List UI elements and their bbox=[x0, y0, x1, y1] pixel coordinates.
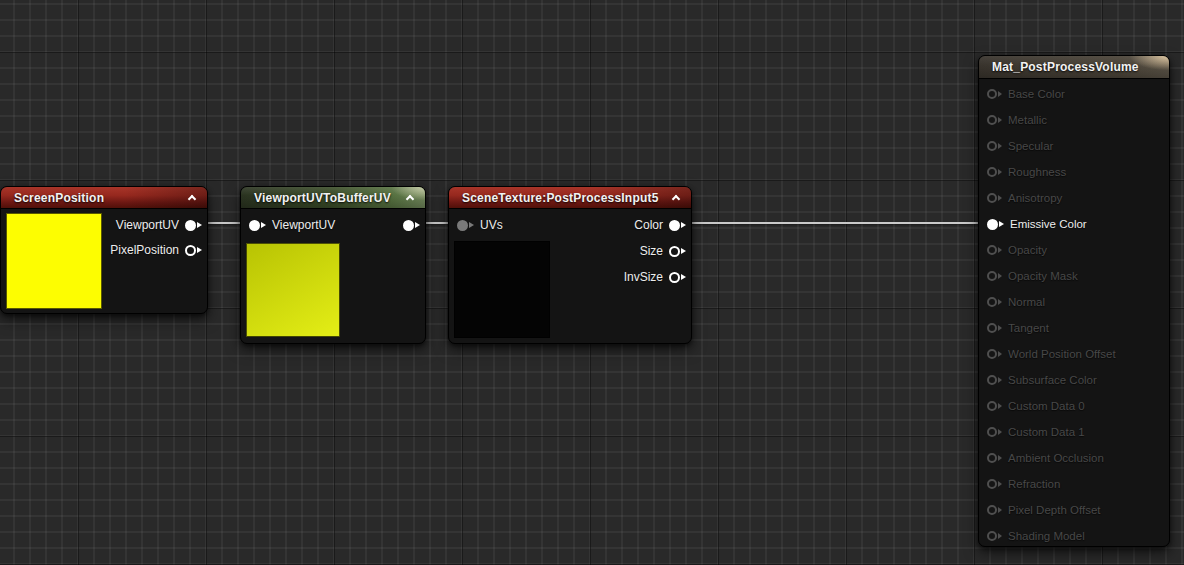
input-pin-icon[interactable] bbox=[457, 220, 474, 231]
node-viewportuvtobufferuv[interactable]: ViewportUVToBufferUV ViewportUV bbox=[240, 186, 426, 344]
preview-swatch bbox=[6, 213, 102, 309]
pin-shading-model[interactable]: Shading Model bbox=[987, 523, 1085, 549]
input-pin-icon[interactable] bbox=[987, 531, 1002, 541]
input-pin-icon[interactable] bbox=[987, 167, 1002, 177]
pin-pixelposition[interactable]: PixelPosition bbox=[110, 237, 202, 263]
input-pin-icon[interactable] bbox=[987, 375, 1002, 385]
input-pin-icon[interactable] bbox=[987, 271, 1002, 281]
node-title: Mat_PostProcessVolume bbox=[979, 60, 1139, 74]
input-pin-icon[interactable] bbox=[987, 89, 1002, 99]
pin-size[interactable]: Size bbox=[640, 238, 686, 264]
output-pin-icon[interactable] bbox=[669, 220, 686, 231]
pin-label: Custom Data 0 bbox=[1008, 400, 1085, 412]
pin-label: PixelPosition bbox=[110, 243, 179, 257]
node-header[interactable]: ScreenPosition bbox=[1, 187, 207, 209]
pin-viewportuv[interactable]: ViewportUV bbox=[249, 212, 335, 238]
pin-anisotropy[interactable]: Anisotropy bbox=[987, 185, 1062, 211]
node-title: SceneTexture:PostProcessInput5 bbox=[449, 191, 659, 205]
graph-canvas[interactable]: ScreenPosition ViewportUV PixelPosition Vie… bbox=[0, 0, 1184, 565]
pin-subsurface-color[interactable]: Subsurface Color bbox=[987, 367, 1097, 393]
pin-label: World Position Offset bbox=[1008, 348, 1116, 360]
node-screenposition[interactable]: ScreenPosition ViewportUV PixelPosition bbox=[0, 186, 208, 314]
pin-tangent[interactable]: Tangent bbox=[987, 315, 1049, 341]
input-pin-icon[interactable] bbox=[987, 401, 1002, 411]
input-pin-icon[interactable] bbox=[987, 505, 1002, 515]
input-pin-icon[interactable] bbox=[249, 220, 266, 231]
pin-metallic[interactable]: Metallic bbox=[987, 107, 1047, 133]
node-header[interactable]: Mat_PostProcessVolume bbox=[979, 56, 1169, 79]
pin-label: Metallic bbox=[1008, 114, 1047, 126]
node-header[interactable]: SceneTexture:PostProcessInput5 bbox=[449, 187, 691, 209]
pin-label: Refraction bbox=[1008, 478, 1060, 490]
node-mat-postprocessvolume[interactable]: Mat_PostProcessVolume Base Color Metallic S… bbox=[978, 55, 1170, 547]
pin-label: InvSize bbox=[624, 270, 663, 284]
pin-label: Ambient Occlusion bbox=[1008, 452, 1104, 464]
pin-label: ViewportUV bbox=[116, 218, 179, 232]
pin-label: Pixel Depth Offset bbox=[1008, 504, 1100, 516]
pin-opacity-mask[interactable]: Opacity Mask bbox=[987, 263, 1078, 289]
pin-invsize[interactable]: InvSize bbox=[624, 264, 686, 290]
pin-label: Specular bbox=[1008, 140, 1053, 152]
output-pin-icon[interactable] bbox=[185, 220, 202, 231]
pin-label: Roughness bbox=[1008, 166, 1066, 178]
pin-opacity[interactable]: Opacity bbox=[987, 237, 1047, 263]
pin-label: Emissive Color bbox=[1010, 218, 1087, 230]
pin-label: Subsurface Color bbox=[1008, 374, 1097, 386]
pin-base-color[interactable]: Base Color bbox=[987, 81, 1065, 107]
pin-output[interactable] bbox=[403, 212, 420, 238]
output-pin-icon[interactable] bbox=[185, 245, 202, 256]
pin-refraction[interactable]: Refraction bbox=[987, 471, 1060, 497]
pin-label: Anisotropy bbox=[1008, 192, 1062, 204]
input-pin-icon[interactable] bbox=[987, 141, 1002, 151]
pin-custom-data-1[interactable]: Custom Data 1 bbox=[987, 419, 1085, 445]
pin-label: Normal bbox=[1008, 296, 1045, 308]
pin-label: Custom Data 1 bbox=[1008, 426, 1085, 438]
pin-custom-data-0[interactable]: Custom Data 0 bbox=[987, 393, 1085, 419]
input-pin-icon[interactable] bbox=[987, 453, 1002, 463]
input-pin-icon[interactable] bbox=[987, 115, 1002, 125]
collapse-chevron-icon[interactable] bbox=[406, 193, 416, 202]
output-pin-icon[interactable] bbox=[669, 272, 686, 283]
pin-viewportuv[interactable]: ViewportUV bbox=[116, 212, 202, 238]
pin-emissive-color[interactable]: Emissive Color bbox=[987, 211, 1087, 237]
input-pin-icon[interactable] bbox=[987, 219, 1004, 230]
pin-normal[interactable]: Normal bbox=[987, 289, 1045, 315]
collapse-chevron-icon[interactable] bbox=[672, 193, 682, 202]
collapse-chevron-icon[interactable] bbox=[188, 193, 198, 202]
node-title: ScreenPosition bbox=[1, 191, 104, 205]
input-pin-icon[interactable] bbox=[987, 479, 1002, 489]
pin-label: Base Color bbox=[1008, 88, 1065, 100]
pin-pixel-depth-offset[interactable]: Pixel Depth Offset bbox=[987, 497, 1100, 523]
output-pin-icon[interactable] bbox=[403, 220, 420, 231]
pin-label: ViewportUV bbox=[272, 218, 335, 232]
pin-label: Opacity bbox=[1008, 244, 1047, 256]
pin-ambient-occlusion[interactable]: Ambient Occlusion bbox=[987, 445, 1104, 471]
input-pin-icon[interactable] bbox=[987, 323, 1002, 333]
node-scenetexture-postprocessinput5[interactable]: SceneTexture:PostProcessInput5 UVs Color Si… bbox=[448, 186, 692, 344]
pin-world-position-offset[interactable]: World Position Offset bbox=[987, 341, 1116, 367]
wire-mat-postprocessvolume-emissive-color[interactable] bbox=[676, 222, 994, 224]
pin-color[interactable]: Color bbox=[634, 212, 686, 238]
preview-swatch bbox=[246, 243, 340, 337]
pin-label: Color bbox=[634, 218, 663, 232]
pin-label: Shading Model bbox=[1008, 530, 1085, 542]
node-title: ViewportUVToBufferUV bbox=[241, 191, 391, 205]
input-pin-icon[interactable] bbox=[987, 349, 1002, 359]
input-pin-icon[interactable] bbox=[987, 427, 1002, 437]
input-pin-icon[interactable] bbox=[987, 193, 1002, 203]
input-pin-icon[interactable] bbox=[987, 245, 1002, 255]
pin-specular[interactable]: Specular bbox=[987, 133, 1053, 159]
pin-label: Size bbox=[640, 244, 663, 258]
output-pin-icon[interactable] bbox=[669, 246, 686, 257]
preview-swatch bbox=[454, 241, 550, 338]
pin-label: Tangent bbox=[1008, 322, 1049, 334]
node-header[interactable]: ViewportUVToBufferUV bbox=[241, 187, 425, 209]
pin-roughness[interactable]: Roughness bbox=[987, 159, 1066, 185]
pin-label: Opacity Mask bbox=[1008, 270, 1078, 282]
pin-uvs[interactable]: UVs bbox=[457, 212, 503, 238]
pin-label: UVs bbox=[480, 218, 503, 232]
input-pin-icon[interactable] bbox=[987, 297, 1002, 307]
